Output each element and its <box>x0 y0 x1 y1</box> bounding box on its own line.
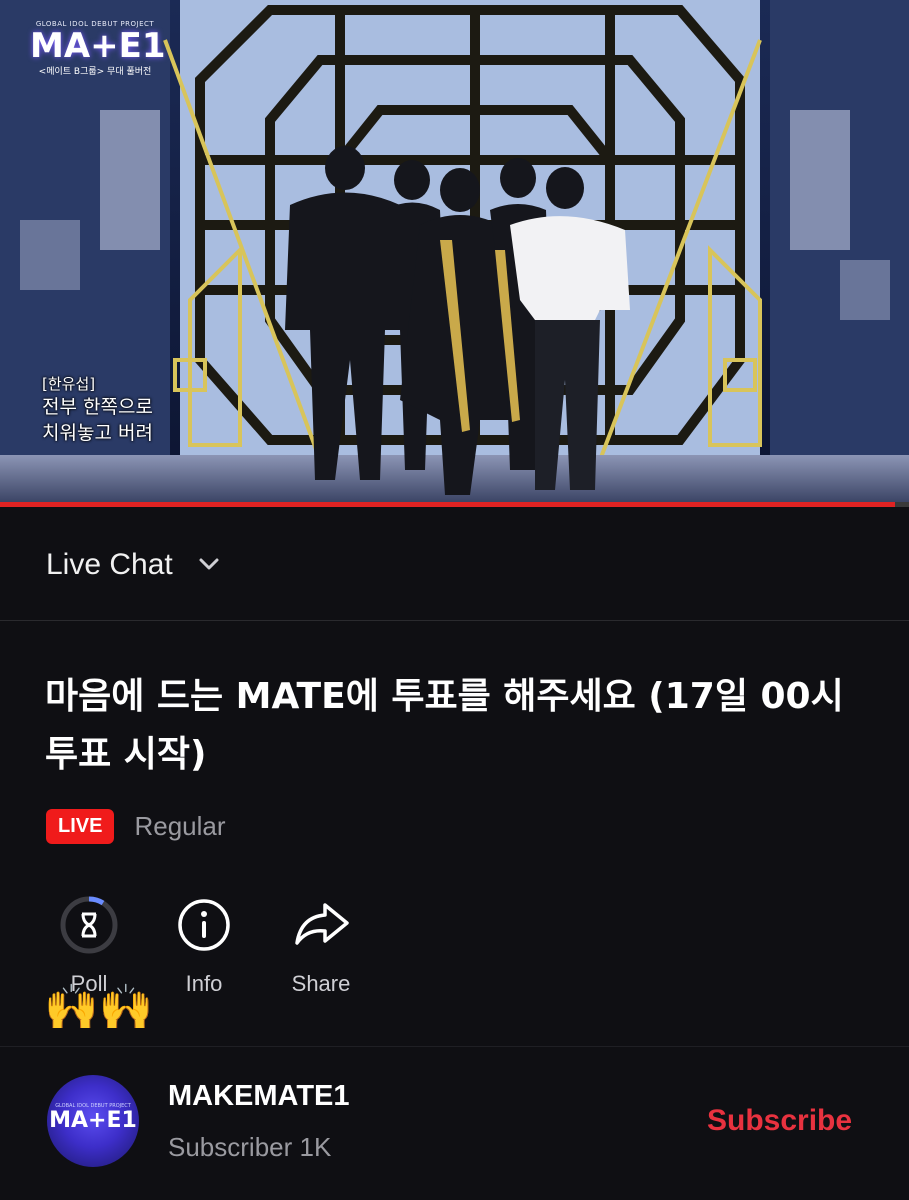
info-button[interactable]: Info <box>144 895 264 997</box>
info-label: Info <box>185 971 223 996</box>
raised-hands-emoji: 🙌🙌 <box>44 982 154 1033</box>
live-chat-header[interactable]: Live Chat <box>0 508 909 621</box>
share-button[interactable]: Share <box>261 895 381 997</box>
stream-meta: LIVE Regular <box>46 806 226 846</box>
stream-title: 마음에 드는 MATE에 투표를 해주세요 (17일 00시 투표 시작) <box>45 676 844 775</box>
subscribe-button[interactable]: Subscribe <box>707 1104 852 1138</box>
stream-category: Regular <box>134 810 226 841</box>
chevron-down-icon[interactable] <box>198 556 220 575</box>
live-chat-label: Live Chat <box>46 548 173 581</box>
divider <box>0 1046 909 1047</box>
show-logo: GLOBAL IDOL DEBUT PROJECT MA+E1 <메이트 B그룹… <box>30 20 166 77</box>
video-progress-bar[interactable] <box>0 502 909 507</box>
logo-subtitle: <메이트 B그룹> 무대 풀버전 <box>38 67 152 77</box>
share-icon <box>291 895 351 955</box>
subscriber-count: Subscriber 1K <box>168 1132 332 1162</box>
hourglass-icon <box>59 895 119 955</box>
channel-name[interactable]: MAKEMATE1 <box>168 1080 350 1113</box>
share-label: Share <box>291 971 351 996</box>
info-icon <box>174 895 234 955</box>
logo-wordmark: MA+E1 <box>30 26 166 66</box>
avatar-wordmark: MA+E1 <box>49 1108 137 1133</box>
caption-line: 치워놓고 버려 <box>42 422 153 444</box>
video-caption: [한유섭] 전부 한쪽으로 치워놓고 버려 <box>42 374 153 446</box>
caption-speaker: [한유섭] <box>42 375 96 393</box>
caption-line: 전부 한쪽으로 <box>42 396 153 418</box>
video-progress-fill <box>0 502 896 507</box>
channel-avatar[interactable]: GLOBAL IDOL DEBUT PROJECT MA+E1 <box>47 1075 139 1167</box>
video-player[interactable]: GLOBAL IDOL DEBUT PROJECT MA+E1 <메이트 B그룹… <box>0 0 909 502</box>
live-badge: LIVE <box>46 808 115 844</box>
